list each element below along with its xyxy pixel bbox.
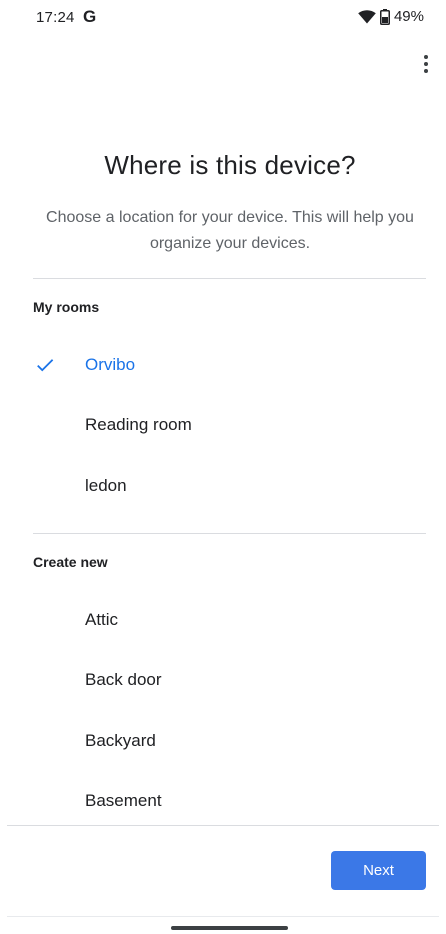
room-option-ledon[interactable]: ledon xyxy=(0,456,446,516)
room-label: Basement xyxy=(85,791,162,810)
create-new-heading: Create new xyxy=(33,554,108,570)
check-icon xyxy=(37,359,54,372)
menu-dot xyxy=(424,69,428,73)
divider xyxy=(33,533,426,534)
room-label: Backyard xyxy=(85,731,156,750)
google-icon: G xyxy=(83,7,97,26)
wifi-icon xyxy=(358,9,376,24)
room-option-backyard[interactable]: Backyard xyxy=(0,711,446,771)
room-option-reading-room[interactable]: Reading room xyxy=(0,395,446,455)
divider xyxy=(33,278,426,279)
battery-icon xyxy=(379,8,390,25)
page-subtitle: Choose a location for your device. This … xyxy=(46,209,414,252)
battery-percent: 49% xyxy=(393,8,424,25)
room-option-attic[interactable]: Attic xyxy=(0,590,446,650)
status-bar: 17:24 G 49% xyxy=(0,0,446,40)
room-label: Reading room xyxy=(85,415,192,434)
room-label: Back door xyxy=(85,670,162,689)
status-indicators: 49% xyxy=(358,8,424,25)
room-option-back-door[interactable]: Back door xyxy=(0,650,446,710)
page-title: Where is this device? xyxy=(104,150,356,180)
bottom-divider xyxy=(7,825,439,826)
home-indicator[interactable] xyxy=(171,926,288,930)
status-time: 17:24 xyxy=(36,9,75,26)
room-option-orvibo[interactable]: Orvibo xyxy=(0,335,446,395)
room-label: ledon xyxy=(85,476,127,495)
menu-dot xyxy=(424,62,428,66)
more-options-icon[interactable] xyxy=(414,50,438,78)
my-rooms-heading: My rooms xyxy=(33,299,100,315)
room-option-basement[interactable]: Basement xyxy=(0,771,446,825)
next-button[interactable]: Next xyxy=(331,851,426,890)
room-label: Orvibo xyxy=(85,355,136,374)
nav-divider xyxy=(7,916,439,917)
room-label: Attic xyxy=(85,610,119,629)
menu-dot xyxy=(424,55,428,59)
